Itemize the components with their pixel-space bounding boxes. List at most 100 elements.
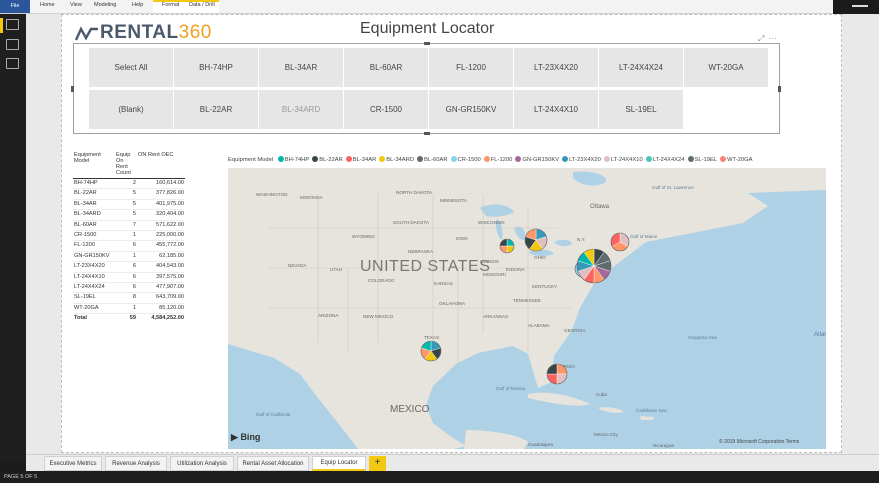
ribbon-tab-help[interactable]: Help xyxy=(132,2,143,8)
map-legend: Equipment Model BH-74HP BL-22AR BL-34AR BL-… xyxy=(228,156,756,163)
slicer-item[interactable]: LT-24X4X10 xyxy=(514,90,598,129)
legend-label: WT-20GA xyxy=(727,157,753,163)
model-view-icon[interactable] xyxy=(6,58,19,69)
table-row[interactable]: GN-GR150KV 1 62,185.00 xyxy=(73,251,185,263)
table-row[interactable]: WT-20GA 1 85,120.00 xyxy=(73,303,185,315)
map-bubble[interactable] xyxy=(420,340,442,362)
table-row[interactable]: BL-34AR 5 401,975.00 xyxy=(73,199,185,211)
legend-item[interactable]: BL-34ARD xyxy=(379,156,415,163)
table-row[interactable]: BH-74HP 2 160,614.00 xyxy=(73,178,185,190)
resize-handle-top[interactable] xyxy=(424,42,430,45)
col-equipment-model[interactable]: Equipment Model xyxy=(73,152,115,179)
table-row[interactable]: BL-34ARD 5 320,404.00 xyxy=(73,209,185,221)
file-menu[interactable]: File xyxy=(0,0,30,13)
legend-dot-icon xyxy=(687,156,694,162)
resize-handle-right[interactable] xyxy=(778,86,781,92)
map-bubble[interactable] xyxy=(499,238,515,254)
cell-count: 5 xyxy=(115,209,137,221)
slicer-item[interactable]: Select All xyxy=(89,48,173,87)
page-tab[interactable]: Equip Locator xyxy=(312,456,366,471)
col-on-rent-count[interactable]: Equip On Rent Count xyxy=(115,152,137,179)
slicer-item[interactable]: LT-23X4X20 xyxy=(514,48,598,87)
slicer-item[interactable]: CR-1500 xyxy=(344,90,428,129)
page-tab[interactable]: Executive Metrics xyxy=(44,456,102,471)
map-bubble[interactable] xyxy=(610,232,630,252)
ribbon-tab-format[interactable]: Format xyxy=(162,2,179,8)
table-row[interactable]: CR-1500 1 225,000.00 xyxy=(73,230,185,242)
report-view-icon[interactable] xyxy=(6,19,19,30)
slicer-item[interactable]: LT-24X4X24 xyxy=(599,48,683,87)
table-row[interactable]: LT-23X4X20 6 404,543.00 xyxy=(73,261,185,273)
minimize-icon[interactable] xyxy=(852,5,868,7)
page-tab[interactable]: Revenue Analysis xyxy=(105,456,167,471)
cell-oec: 62,185.00 xyxy=(137,251,185,263)
bubble-map[interactable]: WASHINGTON MONTANA NORTH DAKOTA MINNESOTA SO… xyxy=(228,168,826,449)
table-row[interactable]: LT-24X4X10 6 397,575.00 xyxy=(73,272,185,284)
view-nav xyxy=(0,14,26,463)
map-bubble[interactable] xyxy=(524,228,548,252)
cell-model: WT-20GA xyxy=(73,303,115,315)
ribbon-tab-view[interactable]: View xyxy=(70,2,82,8)
legend-dot-icon xyxy=(277,156,284,162)
cell-oec: 85,120.00 xyxy=(137,303,185,315)
ribbon-tab-data-drill[interactable]: Data / Drill xyxy=(189,2,215,8)
legend-item[interactable]: BH-74HP xyxy=(277,156,310,163)
legend-item[interactable]: BL-60AR xyxy=(417,156,448,163)
resize-handle-left[interactable] xyxy=(71,86,74,92)
legend-label: BL-34ARD xyxy=(386,157,415,163)
slicer-item[interactable]: WT-20GA xyxy=(684,48,768,87)
ribbon-tab-modeling[interactable]: Modeling xyxy=(94,2,116,8)
legend-dot-icon xyxy=(312,156,319,162)
legend-dot-icon xyxy=(483,156,490,162)
legend-label: FL-1200 xyxy=(490,157,513,163)
slicer-item[interactable]: FL-1200 xyxy=(429,48,513,87)
slicer-item[interactable]: BL-34AR xyxy=(259,48,343,87)
legend-dot-icon xyxy=(562,156,569,162)
data-view-icon[interactable] xyxy=(6,39,19,50)
slicer-item[interactable]: BL-22AR xyxy=(174,90,258,129)
map-bubble[interactable] xyxy=(576,248,612,284)
cell-model: BH-74HP xyxy=(73,178,115,190)
table-row[interactable]: FL-1200 6 455,772.00 xyxy=(73,240,185,252)
cell-count: 6 xyxy=(115,272,137,284)
legend-item[interactable]: GN-GR150KV xyxy=(515,156,559,163)
table-row[interactable]: BL-22AR 5 377,826.00 xyxy=(73,188,185,200)
table-row[interactable]: SL-19EL 8 643,709.00 xyxy=(73,292,185,304)
col-on-rent-oec[interactable]: ON Rent OEC xyxy=(137,152,185,179)
resize-handle-bottom[interactable] xyxy=(424,132,430,135)
legend-item[interactable]: LT-23X4X20 xyxy=(562,156,601,163)
slicer-item[interactable]: GN-GR150KV xyxy=(429,90,513,129)
legend-item[interactable]: WT-20GA xyxy=(720,156,753,163)
slicer-item[interactable]: (Blank) xyxy=(89,90,173,129)
add-page-button[interactable]: + xyxy=(369,456,386,471)
cell-count: 2 xyxy=(115,178,137,190)
cell-total: 4,584,252.00 xyxy=(137,313,185,324)
map-bubble[interactable] xyxy=(546,363,568,385)
legend-label: LT-24X4X10 xyxy=(610,157,643,163)
legend-item[interactable]: LT-24X4X24 xyxy=(645,156,685,163)
page-tab[interactable]: Rental Asset Allocation xyxy=(237,456,309,471)
table-row[interactable]: BL-60AR 7 571,622.00 xyxy=(73,220,185,232)
slicer-item[interactable]: BH-74HP xyxy=(174,48,258,87)
legend-item[interactable]: BL-22AR xyxy=(312,156,343,163)
ribbon-tab-home[interactable]: Home xyxy=(40,2,55,8)
legend-item[interactable]: FL-1200 xyxy=(483,156,513,163)
status-bar: PAGE 5 OF 5 xyxy=(0,471,879,483)
legend-item[interactable]: SL-19EL xyxy=(687,156,717,163)
rental360-logo-icon xyxy=(75,26,98,41)
legend-title: Equipment Model xyxy=(228,157,274,163)
cell-model: BL-34ARD xyxy=(73,209,115,221)
page-tab[interactable]: Utilization Analysis xyxy=(170,456,234,471)
slicer-item[interactable]: SL-19EL xyxy=(599,90,683,129)
table-row[interactable]: LT-24X4X24 6 477,907.00 xyxy=(73,282,185,294)
slicer-item[interactable]: BL-34ARD xyxy=(259,90,343,129)
legend-item[interactable]: LT-24X4X10 xyxy=(603,156,643,163)
cell-oec: 160,614.00 xyxy=(137,178,185,190)
cell-count: 8 xyxy=(115,292,137,304)
map-copyright[interactable]: © 2019 Microsoft Corporation Terms xyxy=(719,439,799,445)
ribbon: File Home View Modeling Help Format Data… xyxy=(0,0,879,14)
legend-label: BH-74HP xyxy=(284,157,310,163)
legend-item[interactable]: CR-1500 xyxy=(450,156,481,163)
legend-item[interactable]: BL-34AR xyxy=(345,156,376,163)
slicer-item[interactable]: BL-60AR xyxy=(344,48,428,87)
